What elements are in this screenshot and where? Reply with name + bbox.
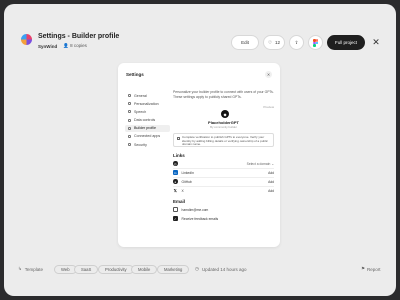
tag-chip[interactable]: Productivity (98, 264, 134, 274)
figma-icon (313, 39, 318, 47)
flag-icon: ⚑ (361, 266, 366, 271)
app-logo-icon (21, 34, 32, 45)
add-x-button[interactable]: Add (268, 189, 274, 193)
add-github-button[interactable]: Add (268, 180, 274, 184)
full-project-button[interactable]: Full project (327, 35, 365, 50)
links-title: Links (173, 153, 185, 158)
share-button[interactable]: ⇪ (289, 35, 304, 50)
brand-name[interactable]: SynWind (38, 44, 57, 49)
preview-tag: Preview (263, 105, 274, 109)
database-icon (128, 118, 131, 122)
nav-item-label: Speech (134, 109, 147, 114)
close-icon[interactable]: ✕ (370, 36, 382, 48)
updated-label: Updated 14 hours ago (201, 266, 247, 272)
link-label: LinkedIn (181, 170, 194, 175)
nav-item-general[interactable]: General (125, 92, 170, 99)
project-frame: Settings - Builder profile SynWind 👤 8 c… (4, 4, 396, 296)
nav-item-data-controls[interactable]: Data controls (125, 117, 170, 124)
link-row-github: ● GitHub Add (173, 178, 274, 185)
like-count: 12 (275, 40, 281, 45)
settings-close-icon[interactable]: ✕ (265, 71, 272, 78)
nav-item-speech[interactable]: Speech (125, 108, 170, 115)
link-label: X (181, 188, 184, 193)
report-label: Report (367, 266, 381, 272)
profile-description: Personalize your builder profile to conn… (173, 90, 274, 99)
template-link[interactable]: ↳ Template (18, 266, 43, 272)
settings-title: Settings (126, 72, 144, 77)
heart-icon: ♡ (267, 39, 273, 45)
checkbox-checked-icon[interactable]: ✓ (173, 216, 178, 221)
feedback-email-row[interactable]: ✓ Receive feedback emails (173, 215, 274, 222)
nav-item-label: Connected apps (134, 134, 161, 139)
project-meta: SynWind 👤 8 copies (38, 43, 87, 49)
nav-item-label: General (134, 93, 147, 98)
add-linkedin-button[interactable]: Add (268, 171, 274, 175)
tag-chip[interactable]: Marketing (157, 264, 190, 274)
builder-profile-panel: Personalize your builder profile to conn… (173, 90, 274, 221)
settings-dialog: Settings ✕ General Personalization Speec… (118, 63, 280, 247)
template-label: Template (24, 266, 44, 272)
nav-item-label: Builder profile (134, 126, 156, 131)
nav-item-personalization[interactable]: Personalization (125, 100, 170, 107)
nav-item-builder-profile[interactable]: Builder profile (125, 124, 170, 132)
nav-item-label: Personalization (134, 101, 159, 106)
people-icon: 👤 (63, 43, 69, 48)
link-row-linkedin: in LinkedIn Add (173, 169, 274, 176)
link-label: GitHub (181, 179, 192, 184)
page-title: Settings - Builder profile (38, 33, 120, 40)
nav-item-label: Data controls (134, 118, 156, 123)
profile-icon (128, 126, 131, 130)
updated-status: ◷ Updated 14 hours ago (195, 266, 246, 272)
mail-icon (173, 207, 178, 212)
nav-item-connected-apps[interactable]: Connected apps (125, 133, 170, 140)
globe-icon: ◎ (173, 161, 178, 166)
verification-checkbox[interactable] (177, 137, 180, 140)
tag-chip[interactable]: Mobile (131, 264, 158, 274)
like-button[interactable]: ♡ 12 (263, 35, 285, 50)
people-count-label: 8 copies (70, 43, 87, 48)
link-row-x: 𝕏 X Add (173, 187, 274, 194)
nav-item-label: Security (134, 142, 147, 147)
avatar: ◆ (221, 110, 229, 118)
lock-icon (128, 143, 131, 147)
email-title: Email (173, 199, 186, 204)
cube-icon: ◆ (223, 111, 227, 117)
speech-icon (128, 110, 131, 114)
project-footer: ↳ Template Web SaaS Productivity Mobile … (4, 259, 396, 279)
link-row-domain: ◎ Select a domain ⌄ (173, 160, 274, 167)
people-count: 👤 8 copies (63, 43, 87, 49)
github-icon: ● (173, 179, 178, 184)
verification-notice[interactable]: Complete verification to publish GPTs to… (173, 133, 274, 147)
feedback-email-label: Receive feedback emails (181, 216, 219, 221)
email-row: hamdim@me.com (173, 206, 274, 213)
profile-byline: By community builder (210, 125, 237, 129)
template-icon: ↳ (18, 266, 22, 271)
edit-button[interactable]: Edit (231, 35, 259, 50)
report-button[interactable]: ⚑ Report (361, 266, 381, 272)
domain-select[interactable]: Select a domain ⌄ (247, 162, 274, 166)
gear-icon (128, 94, 131, 97)
nav-item-security[interactable]: Security (125, 141, 170, 148)
verification-text: Complete verification to publish GPTs to… (182, 135, 268, 147)
apps-icon (128, 134, 131, 138)
clock-icon: ◷ (195, 266, 199, 271)
settings-nav: General Personalization Speech Data cont… (125, 92, 170, 149)
tag-chip[interactable]: SaaS (74, 264, 99, 274)
x-icon: 𝕏 (173, 188, 177, 193)
linkedin-icon: in (173, 170, 178, 175)
share-icon: ⇪ (294, 39, 299, 45)
figma-button[interactable] (308, 35, 323, 50)
person-icon (128, 102, 131, 106)
email-address: hamdim@me.com (181, 207, 209, 212)
